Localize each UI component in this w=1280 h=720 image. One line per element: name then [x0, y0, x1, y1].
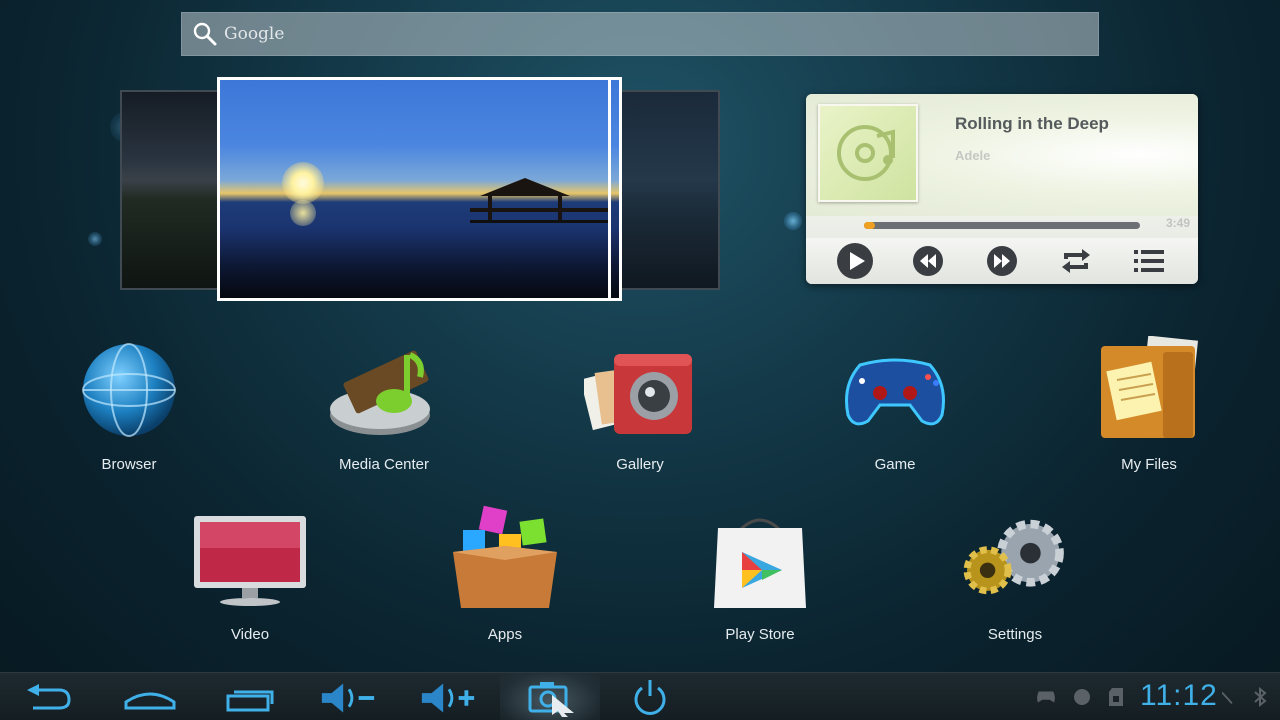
media-center-icon [324, 330, 444, 450]
next-button[interactable] [982, 241, 1022, 281]
record-status-icon [1072, 687, 1092, 707]
apps-box-icon [445, 500, 565, 620]
rewind-icon [913, 246, 944, 276]
power-icon [634, 680, 666, 715]
song-artist: Adele [955, 148, 991, 163]
volume-up-icon [421, 683, 475, 713]
app-label: Gallery [616, 456, 664, 473]
back-arrow-icon [27, 684, 71, 710]
repeat-icon [1061, 249, 1090, 273]
fast-forward-icon [986, 246, 1017, 276]
folder-icon [1089, 330, 1209, 450]
song-title: Rolling in the Deep [955, 114, 1109, 133]
app-label: Play Store [725, 626, 795, 643]
music-disc-icon [837, 125, 895, 181]
sun-reflection [290, 200, 316, 226]
search-icon [193, 22, 217, 46]
app-my-files[interactable]: My Files [1054, 330, 1244, 473]
gamepad-status-icon [1036, 687, 1056, 707]
bokeh-light [784, 212, 802, 230]
playlist-icon [1134, 250, 1165, 272]
album-art [818, 104, 918, 202]
app-label: Apps [487, 626, 523, 643]
previous-button[interactable] [908, 241, 948, 281]
camera-icon [580, 330, 700, 450]
play-icon [836, 243, 873, 279]
screenshot-icon [528, 682, 574, 717]
back-button[interactable] [18, 679, 78, 717]
home-button[interactable] [120, 679, 180, 717]
app-label: Media Center [338, 456, 430, 473]
app-label: Browser [101, 456, 157, 473]
app-label: Game [874, 456, 916, 473]
app-browser[interactable]: Browser [34, 330, 224, 473]
bluetooth-icon [1250, 687, 1270, 707]
play-button[interactable] [835, 241, 875, 281]
tv-icon [190, 500, 310, 620]
gears-icon [955, 500, 1075, 620]
volume-down-button[interactable] [318, 679, 378, 717]
app-media-center[interactable]: Media Center [289, 330, 479, 473]
music-player-widget[interactable]: Rolling in the Deep Adele 3:49 [806, 94, 1198, 284]
status-clock: 11:12 [1140, 679, 1218, 712]
song-duration: 3:49 [1166, 216, 1191, 230]
app-game[interactable]: Game [800, 330, 990, 473]
system-navigation-bar: 11:12 [0, 672, 1280, 720]
recent-apps-icon [226, 690, 274, 712]
search-placeholder: Google [224, 24, 285, 44]
recent-apps-button[interactable] [220, 679, 280, 717]
home-icon [124, 692, 176, 710]
screenshot-button[interactable] [500, 673, 600, 720]
repeat-button[interactable] [1056, 241, 1096, 281]
gamepad-icon [835, 330, 955, 450]
wifi-icon [1222, 687, 1242, 707]
app-apps[interactable]: Apps [410, 500, 600, 643]
volume-down-icon [321, 683, 375, 713]
bokeh-light [88, 232, 102, 246]
app-label: Video [230, 626, 270, 643]
play-store-icon [700, 500, 820, 620]
sun-graphic [282, 162, 324, 204]
app-settings[interactable]: Settings [920, 500, 1110, 643]
playback-progress-fill [864, 222, 876, 229]
globe-icon [69, 330, 189, 450]
photo-featured[interactable] [217, 77, 622, 301]
google-search-bar[interactable]: Google [181, 12, 1099, 56]
pier-graphic [470, 178, 610, 223]
playback-progress-bar[interactable] [864, 222, 1140, 229]
app-video[interactable]: Video [155, 500, 345, 643]
app-label: My Files [1121, 456, 1177, 473]
app-gallery[interactable]: Gallery [545, 330, 735, 473]
power-button[interactable] [620, 679, 680, 717]
sd-card-status-icon [1106, 687, 1126, 707]
photo-edge-divider [608, 80, 611, 298]
playlist-button[interactable] [1129, 241, 1169, 281]
volume-up-button[interactable] [418, 679, 478, 717]
music-controls [806, 238, 1198, 284]
app-play-store[interactable]: Play Store [665, 500, 855, 643]
app-label: Settings [987, 626, 1043, 643]
